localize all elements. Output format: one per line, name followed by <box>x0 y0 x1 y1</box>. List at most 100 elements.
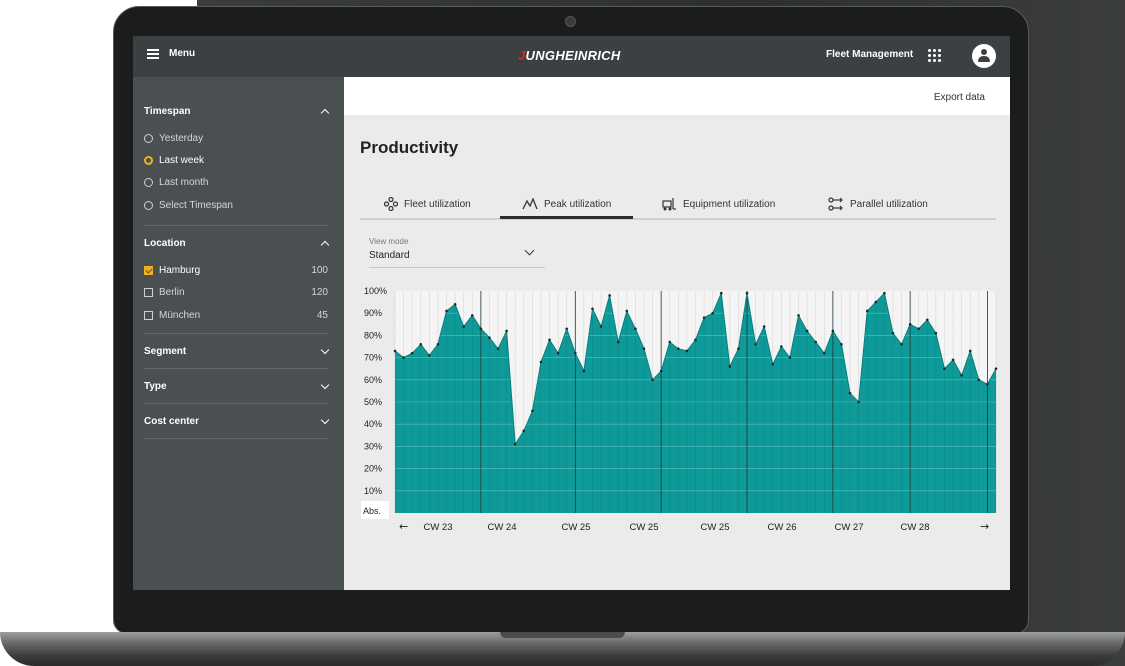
cost-center-section-header[interactable]: Cost center <box>144 414 330 428</box>
timespan-option-last-month[interactable]: Last month <box>144 175 328 189</box>
data-point <box>754 342 757 346</box>
x-tick-label: CW 26 <box>767 522 796 533</box>
divider <box>144 368 328 369</box>
timespan-section-header[interactable]: Timespan <box>144 104 330 118</box>
x-tick-label: CW 24 <box>487 522 516 533</box>
data-point <box>951 358 955 362</box>
data-point <box>616 340 620 344</box>
data-point <box>470 314 474 317</box>
y-tick-label: 100% <box>364 286 387 296</box>
x-tick-label: CW 25 <box>700 522 729 533</box>
data-point <box>891 331 895 335</box>
content-header: Export data <box>344 77 1010 115</box>
data-point <box>780 345 783 348</box>
data-point <box>986 382 989 386</box>
timespan-label: Timespan <box>144 105 191 117</box>
y-tick-label: 60% <box>364 375 382 385</box>
data-point <box>488 336 491 339</box>
radio-icon <box>144 200 153 210</box>
data-point <box>556 351 560 355</box>
timespan-option-yesterday[interactable]: Yesterday <box>144 131 328 145</box>
data-point <box>479 327 483 331</box>
data-point <box>762 325 766 328</box>
peak-icon <box>522 198 538 210</box>
data-point <box>711 311 714 315</box>
option-label: Last week <box>159 154 205 166</box>
x-tick-label: CW 27 <box>834 522 863 533</box>
location-option-berlin[interactable]: Berlin 120 <box>144 285 328 299</box>
type-label: Type <box>144 380 167 392</box>
option-label: Yesterday <box>159 132 204 144</box>
menu-button[interactable]: Menu <box>147 48 195 59</box>
data-point <box>977 378 981 382</box>
option-label: München <box>159 309 201 321</box>
data-point <box>574 351 577 355</box>
segment-section-header[interactable]: Segment <box>144 344 330 358</box>
timespan-option-select[interactable]: Select Timespan <box>144 198 328 212</box>
option-label: Berlin <box>159 286 185 298</box>
tab-peak-utilization[interactable]: Peak utilization <box>499 192 634 219</box>
data-point <box>831 329 835 333</box>
data-point <box>668 340 672 344</box>
data-point <box>402 356 405 359</box>
user-avatar-icon[interactable] <box>972 44 996 68</box>
data-point <box>599 325 603 328</box>
data-point <box>900 342 903 346</box>
y-tick-label: 90% <box>364 308 382 318</box>
type-section-header[interactable]: Type <box>144 379 330 393</box>
data-point <box>822 351 826 355</box>
chevron-down-icon <box>320 380 330 389</box>
tab-label: Peak utilization <box>544 198 612 210</box>
brand-logo[interactable]: JUNGHEINRICH <box>518 48 621 63</box>
abs-label: Abs. <box>363 506 381 516</box>
prev-arrow-icon[interactable]: ← <box>399 520 408 533</box>
tab-parallel-utilization[interactable]: Parallel utilization <box>828 192 928 216</box>
next-arrow-icon[interactable]: → <box>980 520 989 533</box>
timespan-option-last-week[interactable]: Last week <box>144 153 328 167</box>
tab-equipment-utilization[interactable]: Equipment utilization <box>661 192 775 216</box>
data-point <box>685 349 689 353</box>
divider <box>144 225 328 226</box>
x-tick-label: CW 25 <box>629 522 658 533</box>
app-grid-icon[interactable] <box>928 49 941 62</box>
data-point <box>814 340 817 344</box>
top-bar: Menu JUNGHEINRICH Fleet Management <box>133 36 1010 77</box>
location-option-hamburg[interactable]: Hamburg 100 <box>144 263 328 277</box>
y-tick-label: 40% <box>364 419 382 429</box>
data-point <box>788 356 792 359</box>
checkbox-icon <box>144 287 153 297</box>
data-point <box>539 360 543 364</box>
tab-bar: Fleet utilization Peak utilization Equip… <box>360 192 996 220</box>
option-label: Select Timespan <box>159 199 233 211</box>
x-tick-label: CW 23 <box>423 522 452 533</box>
data-point <box>505 329 508 333</box>
export-data-button[interactable]: Export data <box>934 92 985 103</box>
filter-sidebar: Timespan Yesterday Last week Last month … <box>133 77 344 590</box>
location-section-header[interactable]: Location <box>144 236 330 250</box>
view-mode-select[interactable]: View mode Standard <box>369 237 545 268</box>
view-mode-label: View mode <box>369 237 409 246</box>
data-point <box>883 291 886 295</box>
x-tick-label: CW 28 <box>900 522 929 533</box>
data-point <box>428 354 431 357</box>
data-point <box>522 429 526 433</box>
forklift-icon <box>662 198 676 211</box>
logo-text: UNGHEINRICH <box>525 48 621 63</box>
data-point <box>737 347 740 351</box>
divider <box>144 333 328 334</box>
location-option-munchen[interactable]: München 45 <box>144 308 328 322</box>
app-screen: Menu JUNGHEINRICH Fleet Management Times… <box>133 36 1010 590</box>
tab-fleet-utilization[interactable]: Fleet utilization <box>384 192 471 216</box>
data-point <box>874 300 878 304</box>
data-point <box>513 442 517 446</box>
data-point <box>565 327 569 331</box>
location-label: Location <box>144 237 186 249</box>
page-title: Productivity <box>360 138 459 157</box>
view-mode-value: Standard <box>369 250 410 261</box>
parallel-icon <box>828 197 843 211</box>
option-count: 100 <box>311 264 328 276</box>
y-tick-label: 30% <box>364 441 382 451</box>
data-point <box>728 365 732 368</box>
data-point <box>960 374 963 377</box>
data-point <box>994 367 998 370</box>
